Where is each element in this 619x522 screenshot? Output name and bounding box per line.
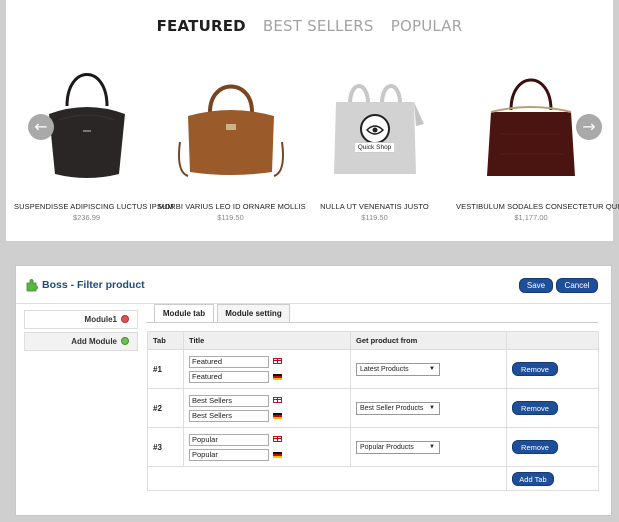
tab-number: #2: [147, 388, 184, 428]
german-flag-icon: [273, 373, 282, 380]
title-input-en[interactable]: [189, 433, 269, 446]
column-header-source: Get product from: [350, 331, 507, 350]
title-cell: [183, 427, 351, 467]
product-card[interactable]: MORBI VARIUS LEO ID ORNARE MOLLIS $119.5…: [158, 56, 306, 222]
action-cell: Remove: [506, 349, 599, 389]
column-header-title: Title: [183, 331, 351, 350]
dropdown-caret-icon: ▼: [429, 404, 435, 411]
source-cell: Popular Products ▼: [350, 427, 507, 467]
remove-button[interactable]: Remove: [512, 362, 558, 376]
table-row: #1 Latest Products▼ Remove: [147, 349, 599, 389]
dropdown-caret-icon: ▼: [429, 365, 435, 372]
page-title: Boss - Filter product: [42, 279, 145, 291]
product-source-select[interactable]: Popular Products ▼: [356, 440, 440, 454]
module-sidebar: Module1 Add Module: [24, 310, 138, 354]
title-input-en[interactable]: [189, 394, 269, 407]
store-tabs: FEATURED BEST SELLERS POPULAR: [6, 17, 613, 35]
handbag-icon: [487, 78, 575, 176]
german-flag-icon: [273, 451, 282, 458]
tab-featured[interactable]: FEATURED: [157, 17, 246, 35]
product-source-select[interactable]: Best Seller Products ▼: [356, 401, 440, 415]
remove-button[interactable]: Remove: [512, 401, 558, 415]
product-name[interactable]: MORBI VARIUS LEO ID ORNARE MOLLIS: [158, 202, 306, 211]
table-row: #2 Best Seller Products▼ Remove: [147, 388, 599, 428]
dropdown-caret-icon: ▼: [429, 443, 435, 450]
puzzle-icon: [26, 279, 38, 292]
sidebar-item-label: Module1: [84, 315, 117, 324]
title-input-de[interactable]: [189, 448, 269, 461]
tab-module[interactable]: Module tab: [154, 304, 214, 322]
german-flag-icon: [273, 412, 282, 419]
source-cell: Best Seller Products ▼: [350, 388, 507, 428]
action-cell: Remove: [506, 388, 599, 428]
quick-shop-button[interactable]: [359, 114, 390, 144]
tab-module-setting[interactable]: Module setting: [217, 304, 290, 322]
add-tab-button[interactable]: Add Tab: [512, 471, 554, 486]
tab-best-sellers[interactable]: BEST SELLERS: [263, 17, 374, 35]
carousel-next-button[interactable]: →: [576, 114, 602, 140]
tab-divider: [146, 322, 598, 323]
tab-number: #3: [147, 427, 184, 467]
product-price: $236.99: [72, 213, 101, 222]
title-cell: [183, 388, 351, 428]
sidebar-item-module1[interactable]: Module1: [24, 310, 138, 329]
product-image[interactable]: Quick Shop: [302, 56, 447, 196]
table-header-row: Tab Title Get product from: [147, 331, 599, 350]
action-cell: Remove: [506, 427, 599, 467]
title-input-de[interactable]: [189, 370, 269, 383]
product-price: $119.50: [361, 213, 388, 222]
carousel-prev-button[interactable]: ←: [28, 114, 54, 140]
title-cell: [183, 349, 351, 389]
uk-flag-icon: [273, 435, 282, 442]
title-input-en[interactable]: [189, 355, 269, 368]
sidebar-item-label: Add Module: [71, 337, 117, 346]
column-header-actions: [506, 331, 599, 350]
product-name[interactable]: SUSPENDISSE ADIPISCING LUCTUS IPSUM: [14, 202, 174, 211]
product-name[interactable]: VESTIBULUM SODALES CONSECTETUR QUIS: [456, 202, 619, 211]
add-icon: [121, 337, 129, 345]
admin-header: Boss - Filter product Save Cancel: [16, 266, 611, 304]
table-footer-row: Add Tab: [147, 466, 599, 491]
product-name[interactable]: NULLA UT VENENATIS JUSTO: [302, 202, 447, 211]
product-card[interactable]: Quick Shop NULLA UT VENENATIS JUSTO $119…: [302, 56, 447, 222]
quick-shop-label[interactable]: Quick Shop: [353, 142, 396, 153]
remove-button[interactable]: Remove: [512, 440, 558, 454]
table-row: #3 Popular Products▼ Remove: [147, 427, 599, 467]
product-source-select[interactable]: Latest Products ▼: [356, 362, 440, 376]
tabs-table: Tab Title Get product from #1 Latest Pro…: [147, 331, 599, 491]
uk-flag-icon: [273, 396, 282, 403]
column-header-tab: Tab: [147, 331, 184, 350]
remove-module-icon[interactable]: [121, 315, 129, 323]
source-cell: Latest Products ▼: [350, 349, 507, 389]
arrow-right-icon: →: [582, 117, 596, 136]
product-image[interactable]: [158, 56, 303, 196]
cancel-button[interactable]: Cancel: [556, 278, 598, 293]
uk-flag-icon: [273, 357, 282, 364]
tab-number: #1: [147, 349, 184, 389]
eye-icon: [365, 125, 384, 135]
admin-module-panel: Boss - Filter product Save Cancel Module…: [15, 265, 612, 516]
handbag-icon: [177, 84, 284, 177]
save-button[interactable]: Save: [519, 278, 553, 293]
storefront-panel: FEATURED BEST SELLERS POPULAR SUSPENDISS…: [6, 0, 619, 241]
add-tab-cell: Add Tab: [506, 466, 599, 491]
add-module-button[interactable]: Add Module: [24, 332, 138, 351]
arrow-left-icon: ←: [34, 117, 48, 136]
product-price: $1,177.00: [514, 213, 548, 222]
tab-popular[interactable]: POPULAR: [391, 17, 463, 35]
product-price: $119.50: [217, 213, 244, 222]
title-input-de[interactable]: [189, 409, 269, 422]
